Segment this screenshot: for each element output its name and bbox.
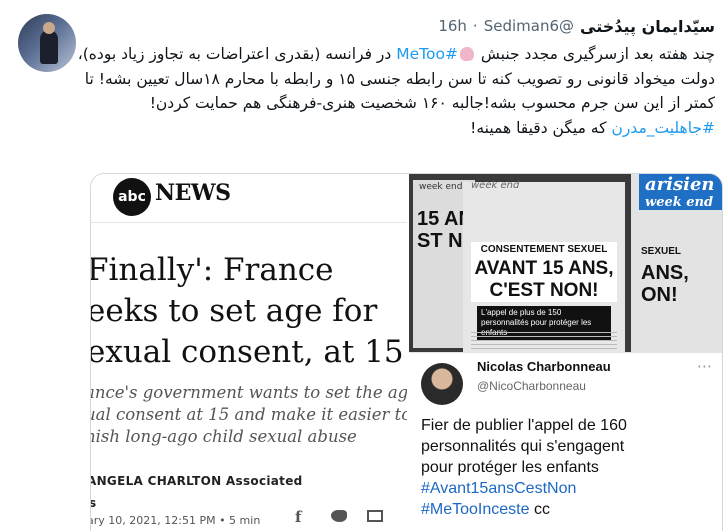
email-share-icon — [367, 508, 383, 526]
article-dateline: ary 10, 2021, 12:51 PM • 5 min — [91, 514, 261, 527]
avatar-figure — [40, 30, 58, 64]
tweet-timestamp[interactable]: 16h — [438, 17, 467, 35]
header-separator: · — [472, 17, 478, 35]
tweet-header: سیّدایمان پیدُختی @Sediman6 · 16h — [90, 14, 715, 38]
subhead-line: ual consent at 15 and make it easier to — [91, 405, 407, 424]
quoted-text: Fier de publier l'appel de 160 personnal… — [421, 415, 721, 520]
twitter-share-icon — [331, 508, 347, 526]
tweet-text-part1: چند هفته بعد ازسرگیری مجدد جنبش — [480, 45, 715, 63]
tweet-media-grid: abc NEWS Finally': France eeks to set ag… — [90, 173, 723, 531]
avatar-head — [43, 22, 55, 34]
parisien-logo-line: week end — [645, 195, 714, 210]
article-subhead: ance's government wants to set the age o… — [91, 382, 407, 448]
cover-title: AVANT 15 ANS, C'EST NON! — [471, 258, 617, 302]
quoted-hashtag: #Avant15ansCestNon — [421, 480, 577, 497]
cover-fine-print — [471, 332, 617, 352]
media-abc-article-screenshot[interactable]: abc NEWS Finally': France eeks to set ag… — [91, 174, 407, 531]
media-magazine-photo[interactable]: week end 15 ANS, ST NON! week end CONSEN… — [409, 174, 722, 352]
emoji-icon — [459, 47, 474, 61]
quoted-line: personnalités qui s'engagent — [421, 438, 625, 455]
cover-big-text: ANS, ON! — [641, 262, 689, 306]
quoted-line: Fier de publier l'appel de 160 — [421, 417, 627, 434]
tweet-text: چند هفته بعد ازسرگیری مجدد جنبش #MeToo د… — [60, 42, 715, 140]
headline-line: Finally': France — [91, 252, 334, 288]
cover-kicker: SEXUEL — [641, 246, 682, 257]
cover-weekend-label: week end — [471, 180, 520, 191]
quoted-handle: @NicoCharbonneau — [477, 379, 586, 393]
magazine-cover-right: arisien week end SEXUEL ANS, ON! — [631, 174, 722, 352]
cover-kicker: CONSENTEMENT SEXUEL — [471, 242, 617, 258]
more-options-icon: ··· — [696, 357, 712, 376]
parisien-logo-line: arisien — [645, 174, 715, 195]
abc-logo: abc — [113, 178, 151, 216]
author-handle[interactable]: @Sediman6 — [484, 17, 574, 35]
author-name[interactable]: سیّدایمان پیدُختی — [580, 17, 715, 36]
facebook-share-icon: f — [295, 508, 302, 526]
article-byline-cont: s — [91, 496, 96, 510]
quoted-tail: cc — [533, 501, 550, 518]
headline-line: exual consent, at 15 — [91, 334, 404, 370]
article-byline: ANGELA CHARLTON Associated — [91, 474, 303, 488]
article-headline: Finally': France eeks to set age for exu… — [91, 250, 407, 373]
parisien-logo: arisien week end — [639, 174, 722, 210]
cover-title-line: C'EST NON! — [489, 280, 599, 301]
divider — [91, 222, 407, 223]
headline-line: eeks to set age for — [91, 293, 378, 329]
quoted-name: Nicolas Charbonneau — [477, 359, 611, 374]
quoted-hashtag: #MeTooInceste — [421, 501, 530, 518]
quoted-line: pour protéger les enfants — [421, 459, 599, 476]
subhead-line: ance's government wants to set the age o… — [91, 383, 407, 402]
quoted-avatar — [421, 363, 463, 405]
magazine-cover-center: week end CONSENTEMENT SEXUEL AVANT 15 AN… — [463, 180, 625, 352]
subhead-line: nish long-ago child sexual abuse — [91, 427, 357, 446]
abc-news-wordmark: NEWS — [155, 180, 231, 206]
cover-weekend-label: week end — [419, 182, 463, 192]
cover-title-line: AVANT 15 ANS, — [474, 258, 614, 279]
hashtag-modern-ignorance[interactable]: #جاهلیت_مدرن — [611, 119, 715, 137]
hashtag-metoo[interactable]: #MeToo — [396, 45, 458, 63]
media-quoted-tweet-screenshot[interactable]: Nicolas Charbonneau @NicoCharbonneau ···… — [409, 352, 722, 531]
tweet-text-part3: که میگن دقیقا همینه! — [470, 118, 607, 137]
